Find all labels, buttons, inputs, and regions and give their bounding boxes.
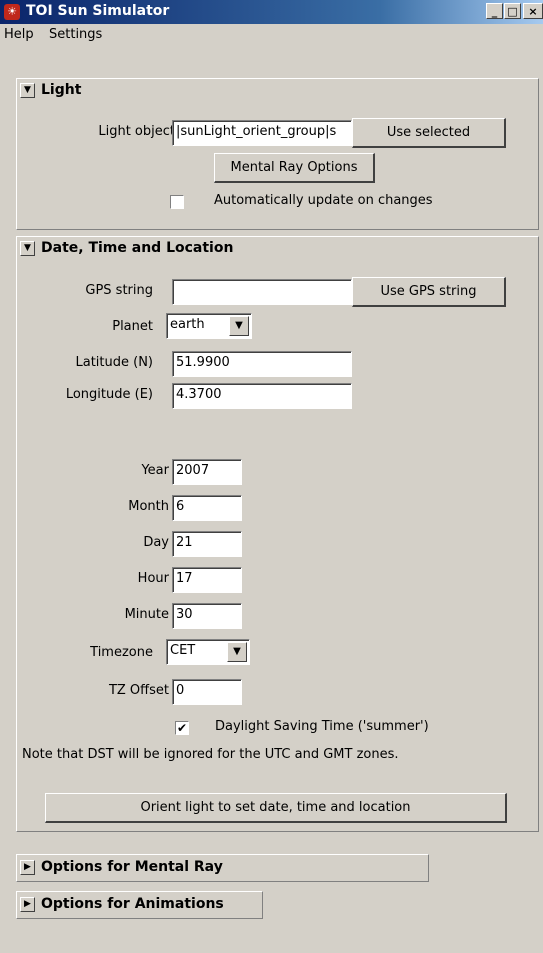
menu-bar: Help Settings	[0, 24, 543, 46]
chevron-down-icon[interactable]: ▼	[227, 642, 247, 662]
minute-field[interactable]: 30	[172, 603, 242, 629]
use-selected-button[interactable]: Use selected	[352, 118, 506, 148]
day-label: Day	[143, 535, 169, 550]
light-section: ▼ Light Light object |sunLight_orient_gr…	[16, 78, 539, 230]
timezone-label: Timezone	[90, 645, 153, 660]
dst-checkbox[interactable]: ✔	[175, 721, 189, 735]
chevron-down-icon[interactable]: ▼	[229, 316, 249, 336]
month-field[interactable]: 6	[172, 495, 242, 521]
light-object-field[interactable]: |sunLight_orient_group|s	[172, 120, 352, 146]
menu-settings[interactable]: Settings	[49, 27, 102, 42]
animations-section[interactable]: ▶ Options for Animations	[16, 891, 263, 919]
dst-note: Note that DST will be ignored for the UT…	[22, 747, 399, 762]
app-icon: ☀	[4, 4, 20, 20]
latitude-field[interactable]: 51.9900	[172, 351, 352, 377]
menu-help[interactable]: Help	[4, 27, 34, 42]
light-object-label: Light object	[98, 124, 175, 139]
tz-offset-field[interactable]: 0	[172, 679, 242, 705]
mental-ray-options-button[interactable]: Mental Ray Options	[214, 153, 375, 183]
dst-label: Daylight Saving Time ('summer')	[215, 719, 429, 734]
close-button[interactable]: ×	[523, 3, 543, 19]
dtl-section-title: Date, Time and Location	[41, 240, 234, 256]
longitude-label: Longitude (E)	[65, 387, 153, 402]
collapse-arrow-icon[interactable]: ▼	[20, 241, 35, 256]
title-bar: ☀ TOI Sun Simulator _ □ ×	[0, 0, 543, 24]
orient-light-button[interactable]: Orient light to set date, time and locat…	[45, 793, 507, 823]
use-gps-button[interactable]: Use GPS string	[352, 277, 506, 307]
tz-offset-label: TZ Offset	[108, 683, 169, 698]
expand-arrow-icon[interactable]: ▶	[20, 860, 35, 875]
hour-field[interactable]: 17	[172, 567, 242, 593]
gps-field[interactable]	[172, 279, 352, 305]
mental-ray-section[interactable]: ▶ Options for Mental Ray	[16, 854, 429, 882]
gps-label: GPS string	[85, 283, 153, 298]
planet-label: Planet	[112, 319, 153, 334]
minute-label: Minute	[124, 607, 169, 622]
timezone-select[interactable]: CET ▼	[166, 639, 250, 665]
timezone-value: CET	[170, 643, 196, 658]
date-time-location-section: ▼ Date, Time and Location GPS string Use…	[16, 236, 539, 832]
animations-section-title: Options for Animations	[41, 896, 224, 912]
expand-arrow-icon[interactable]: ▶	[20, 897, 35, 912]
year-field[interactable]: 2007	[172, 459, 242, 485]
collapse-arrow-icon[interactable]: ▼	[20, 83, 35, 98]
planet-value: earth	[170, 317, 205, 332]
mental-ray-section-title: Options for Mental Ray	[41, 859, 223, 875]
longitude-field[interactable]: 4.3700	[172, 383, 352, 409]
day-field[interactable]: 21	[172, 531, 242, 557]
auto-update-checkbox[interactable]	[170, 195, 184, 209]
hour-label: Hour	[137, 571, 169, 586]
maximize-button[interactable]: □	[504, 3, 521, 19]
minimize-button[interactable]: _	[486, 3, 503, 19]
auto-update-label: Automatically update on changes	[214, 193, 433, 208]
window-title: TOI Sun Simulator	[26, 3, 170, 19]
planet-select[interactable]: earth ▼	[166, 313, 252, 339]
year-label: Year	[141, 463, 169, 478]
month-label: Month	[128, 499, 169, 514]
latitude-label: Latitude (N)	[75, 355, 153, 370]
light-section-title: Light	[41, 82, 82, 98]
